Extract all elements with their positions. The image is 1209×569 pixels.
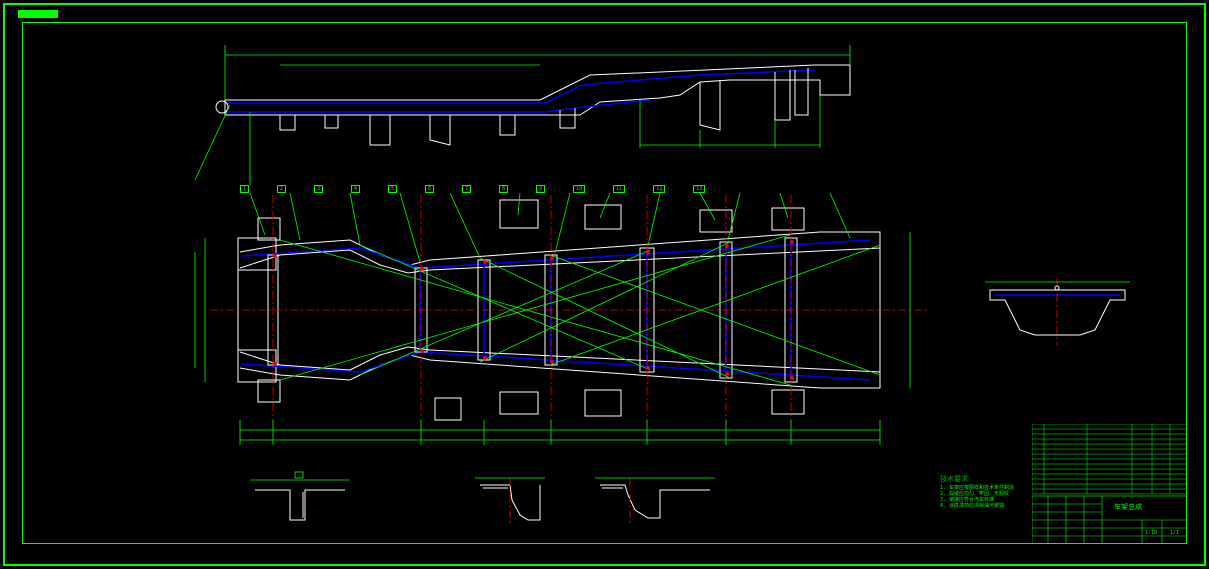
technical-notes: 技术要求 1. 车架应按图样和技术条件制造 2. 焊缝应均匀、牢固、无裂纹 3.… <box>940 476 1014 509</box>
sheet-value: 1/1 <box>1170 530 1179 536</box>
cad-canvas <box>0 0 1209 569</box>
detail-b <box>475 478 545 525</box>
scale-value: 1:10 <box>1145 530 1157 536</box>
note-line: 4. 涂底漆前应清除油污锈蚀 <box>940 503 1014 509</box>
callout: 1 <box>240 185 249 193</box>
notes-header: 技术要求 <box>940 476 1014 482</box>
drawing-title: 车架总成 <box>1114 502 1142 512</box>
detail-a <box>250 472 350 520</box>
end-view <box>985 278 1130 345</box>
plan-view <box>195 193 930 445</box>
side-view <box>195 45 850 185</box>
callout-row: 1 2 3 4 5 6 7 8 9 10 11 12 13 <box>240 185 705 193</box>
detail-c <box>595 478 715 525</box>
title-block: 车架总成 1:10 1/1 <box>1032 424 1187 544</box>
